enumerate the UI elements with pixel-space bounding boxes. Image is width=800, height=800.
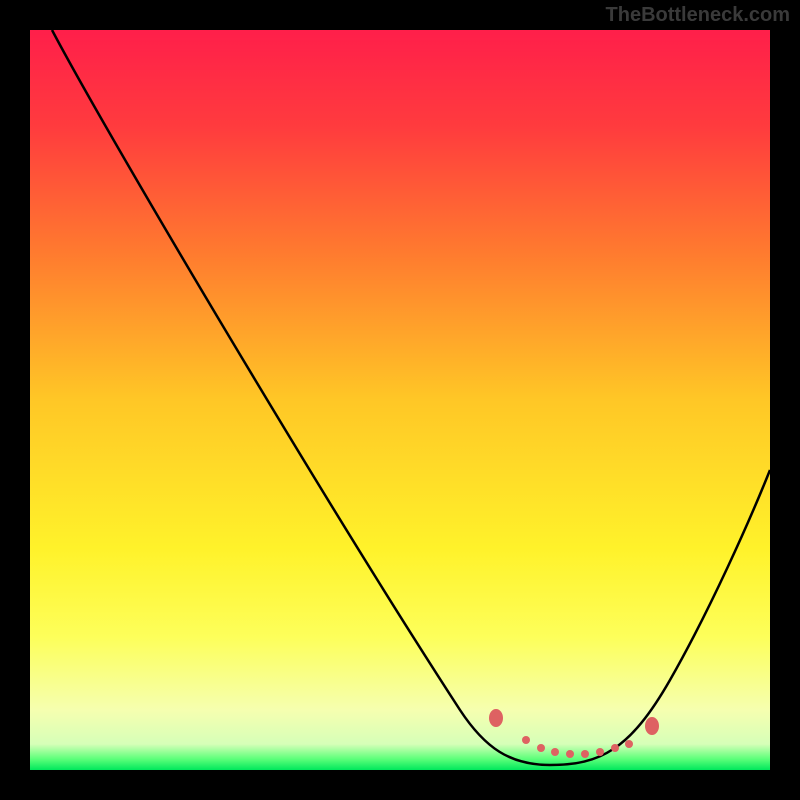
data-marker (581, 750, 589, 758)
chart-frame (30, 30, 770, 770)
data-marker (522, 736, 530, 744)
watermark-text: TheBottleneck.com (606, 4, 790, 27)
data-marker (611, 744, 619, 752)
data-marker (625, 740, 633, 748)
bottleneck-curve (30, 30, 770, 770)
curve-path (52, 30, 770, 765)
data-marker (537, 744, 545, 752)
data-marker (551, 748, 559, 756)
data-marker (566, 750, 574, 758)
data-marker (596, 748, 604, 756)
data-marker (645, 717, 659, 735)
data-marker (489, 709, 503, 727)
